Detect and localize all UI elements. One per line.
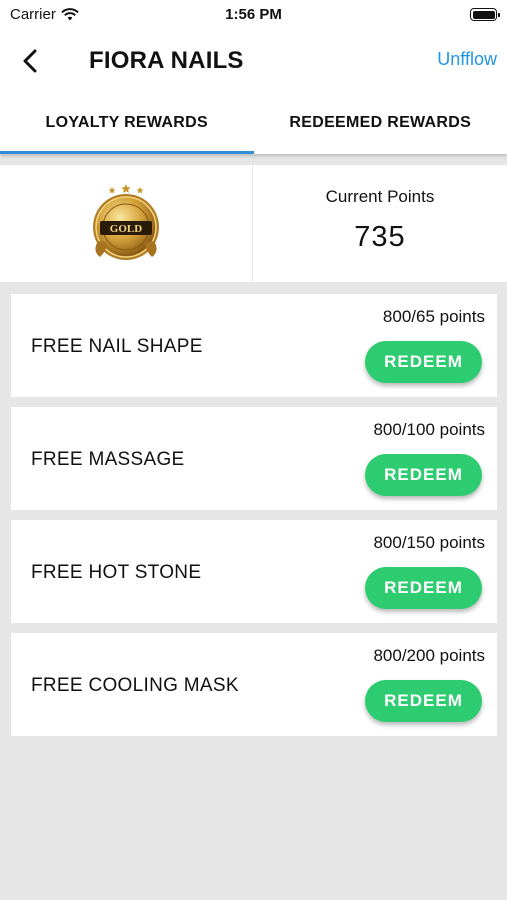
tab-redeemed-rewards[interactable]: REDEEMED REWARDS <box>254 92 507 154</box>
redeem-button[interactable]: REDEEM <box>365 567 482 609</box>
reward-card: FREE COOLING MASK 800/200 points REDEEM <box>11 633 497 736</box>
reward-points: 800/200 points <box>373 646 485 665</box>
reward-name: FREE COOLING MASK <box>31 675 239 696</box>
rewards-list: FREE NAIL SHAPE 800/65 points REDEEM FRE… <box>11 294 497 746</box>
reward-card: FREE HOT STONE 800/150 points REDEEM <box>11 520 497 623</box>
chevron-left-icon <box>23 49 37 73</box>
page-title: FIORA NAILS <box>89 47 244 74</box>
unfollow-button[interactable]: Unfflow <box>437 49 497 70</box>
reward-name: FREE HOT STONE <box>31 562 202 583</box>
reward-name: FREE MASSAGE <box>31 449 185 470</box>
points-panel: GOLD Current Points 735 <box>0 165 507 282</box>
tab-loyalty-rewards[interactable]: LOYALTY REWARDS <box>0 92 254 154</box>
battery-icon <box>470 8 500 21</box>
badge-cell: GOLD <box>0 165 253 282</box>
status-time: 1:56 PM <box>225 6 282 23</box>
reward-name: FREE NAIL SHAPE <box>31 336 203 357</box>
reward-points: 800/100 points <box>373 420 485 439</box>
redeem-button[interactable]: REDEEM <box>365 341 482 383</box>
back-button[interactable] <box>14 45 46 77</box>
reward-points: 800/65 points <box>382 307 485 326</box>
reward-card: FREE MASSAGE 800/100 points REDEEM <box>11 407 497 510</box>
tab-bar: LOYALTY REWARDS REDEEMED REWARDS <box>0 92 507 154</box>
reward-points: 800/150 points <box>373 533 485 552</box>
reward-card: FREE NAIL SHAPE 800/65 points REDEEM <box>11 294 497 397</box>
svg-text:GOLD: GOLD <box>110 223 142 235</box>
gold-badge-icon: GOLD <box>93 183 159 260</box>
status-bar: Carrier 1:56 PM <box>0 0 507 30</box>
navigation-bar: FIORA NAILS Unfflow <box>0 30 507 92</box>
redeem-button[interactable]: REDEEM <box>365 454 482 496</box>
current-points-label: Current Points <box>325 187 435 206</box>
current-points-cell: Current Points 735 <box>253 165 507 282</box>
current-points-value: 735 <box>354 221 406 253</box>
redeem-button[interactable]: REDEEM <box>365 680 482 722</box>
